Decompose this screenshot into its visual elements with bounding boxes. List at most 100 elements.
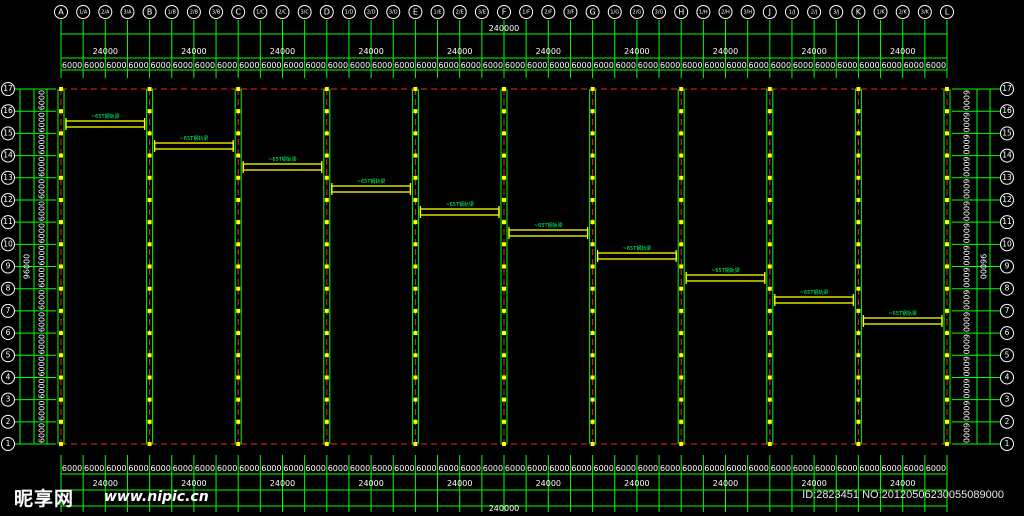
column-marker	[147, 419, 152, 424]
column-marker	[502, 153, 506, 158]
row-dimension: 6000	[962, 223, 971, 243]
column-marker	[236, 242, 241, 247]
row-dimension: 6000	[38, 356, 47, 376]
bay-dimension: 24000	[713, 479, 738, 488]
axis-bubble-label: 3/A	[123, 10, 132, 16]
sub-bay-dimension: 6000	[483, 464, 503, 473]
sub-bay-dimension: 6000	[173, 61, 193, 70]
axis-bubble-label: A	[58, 8, 64, 17]
bay-dimension: 24000	[93, 47, 118, 56]
beam-label: ~65T钢轨梁	[800, 289, 829, 296]
column-marker	[502, 264, 506, 269]
column-marker	[856, 131, 861, 136]
column-marker	[945, 286, 949, 291]
sub-bay-dimension: 6000	[682, 464, 702, 473]
column-marker	[147, 308, 152, 313]
sub-bay-dimension: 6000	[527, 464, 547, 473]
axis-bubble-label: 3/G	[655, 10, 664, 16]
row-bubble-label: 6	[6, 328, 11, 337]
column-marker	[59, 197, 63, 202]
sub-bay-dimension: 6000	[660, 61, 680, 70]
column-marker	[502, 353, 506, 358]
column-marker	[856, 397, 861, 402]
sub-bay-dimension: 6000	[837, 464, 857, 473]
column-marker	[59, 331, 63, 336]
row-dimension: 6000	[38, 423, 47, 443]
row-dimension: 6000	[962, 334, 971, 354]
sub-bay-dimension: 6000	[660, 464, 680, 473]
row-dimension: 6000	[38, 312, 47, 332]
sub-bay-dimension: 6000	[815, 61, 835, 70]
column-marker	[767, 175, 772, 180]
column-marker	[413, 131, 418, 136]
crane-beam	[331, 185, 412, 193]
row-bubble-label: 13	[1002, 173, 1012, 182]
column-marker	[767, 308, 772, 313]
bay-dimension: 24000	[270, 479, 295, 488]
sub-bay-dimension: 6000	[859, 464, 879, 473]
row-bubble-label: 10	[3, 239, 13, 248]
column-marker	[236, 131, 241, 136]
axis-bubble-label: K	[856, 8, 862, 17]
column-marker	[59, 308, 63, 313]
row-dimension: 6000	[962, 156, 971, 176]
row-bubble-label: 1	[1005, 439, 1010, 448]
column-marker	[679, 264, 684, 269]
bay-dimension: 24000	[801, 479, 826, 488]
column-marker	[413, 109, 418, 114]
column-marker	[856, 87, 861, 91]
column-marker	[413, 375, 418, 380]
watermark-id: ID:2823451 NO:20120506230055089000	[802, 489, 1004, 501]
row-dimension: 6000	[962, 134, 971, 154]
sub-bay-dimension: 6000	[372, 61, 392, 70]
row-dimension: 6000	[962, 290, 971, 310]
sub-bay-dimension: 6000	[217, 464, 237, 473]
column-marker	[59, 286, 63, 291]
column-marker	[413, 353, 418, 358]
row-dimension: 6000	[962, 112, 971, 132]
row-dimension: 6000	[962, 423, 971, 443]
row-bubble-label: 8	[6, 284, 11, 293]
row-dimension: 6000	[38, 134, 47, 154]
column-marker	[856, 197, 861, 202]
column-marker	[590, 353, 595, 358]
axis-bubble-label: 2/K	[899, 10, 908, 16]
row-bubble-label: 6	[1005, 328, 1010, 337]
row-dimension: 6000	[962, 90, 971, 110]
column-marker	[590, 286, 595, 291]
row-dimension: 6000	[38, 401, 47, 421]
column-marker	[945, 87, 949, 91]
column-marker	[502, 286, 506, 291]
sub-bay-dimension: 6000	[749, 61, 769, 70]
column-marker	[147, 331, 152, 336]
axis-bubble-label: 2/F	[544, 10, 552, 16]
axis-bubble-label: 1/C	[256, 10, 265, 16]
sub-bay-dimension: 6000	[328, 464, 348, 473]
beam-label: ~65T钢轨梁	[268, 156, 297, 163]
axis-bubble-label: C	[235, 8, 241, 17]
axis-bubble-label: 3/J	[833, 10, 839, 16]
column-marker	[856, 442, 861, 446]
column-marker	[856, 109, 861, 114]
row-dimension: 6000	[38, 378, 47, 398]
column-marker	[590, 197, 595, 202]
row-dimension: 6000	[38, 245, 47, 265]
sub-bay-dimension: 6000	[505, 464, 525, 473]
column-marker	[679, 197, 684, 202]
crane-beam	[685, 274, 766, 282]
sub-bay-dimension: 6000	[704, 464, 724, 473]
axis-bubble-label: 1/K	[876, 10, 885, 16]
axis-bubble-label: 3/H	[743, 10, 752, 16]
axis-bubble-label: 3/C	[300, 10, 309, 16]
column-marker	[413, 153, 418, 158]
sub-bay-dimension: 6000	[394, 61, 414, 70]
column-marker	[767, 286, 772, 291]
bay-dimension: 24000	[536, 47, 561, 56]
column-marker	[324, 109, 329, 114]
column-marker	[147, 197, 152, 202]
row-bubble-label: 16	[1002, 106, 1012, 115]
overall-dimension: 240000	[489, 24, 520, 33]
row-bubble-label: 3	[1005, 395, 1010, 404]
sub-bay-dimension: 6000	[616, 61, 636, 70]
column-marker	[324, 331, 329, 336]
